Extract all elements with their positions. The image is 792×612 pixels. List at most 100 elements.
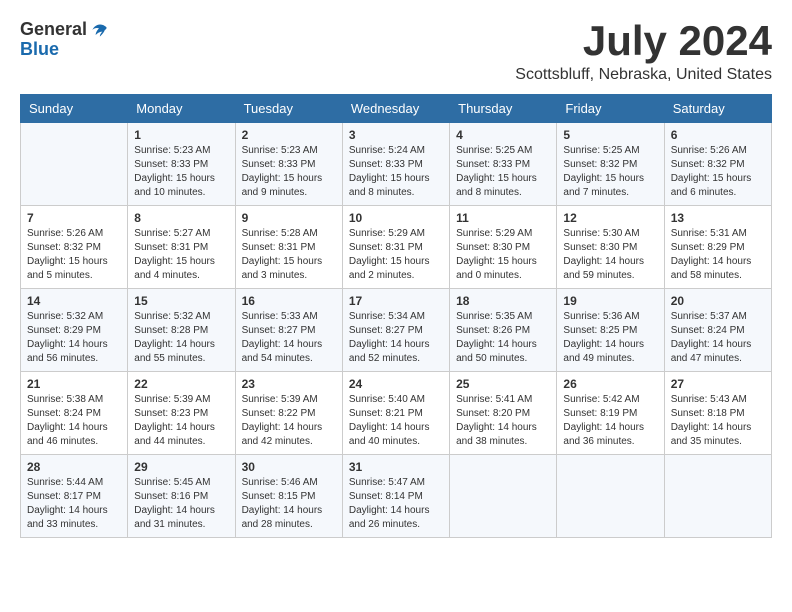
- cell-content: Sunrise: 5:27 AM Sunset: 8:31 PM Dayligh…: [134, 227, 228, 283]
- header-sunday: Sunday: [21, 95, 128, 123]
- day-number: 5: [563, 128, 657, 142]
- logo-blue-text: Blue: [20, 40, 109, 60]
- day-number: 18: [456, 294, 550, 308]
- calendar-cell: 7Sunrise: 5:26 AM Sunset: 8:32 PM Daylig…: [21, 206, 128, 289]
- day-number: 17: [349, 294, 443, 308]
- cell-content: Sunrise: 5:39 AM Sunset: 8:22 PM Dayligh…: [242, 393, 336, 449]
- cell-content: Sunrise: 5:40 AM Sunset: 8:21 PM Dayligh…: [349, 393, 443, 449]
- day-number: 25: [456, 377, 550, 391]
- calendar-cell: 1 Sunrise: 5:23 AM Sunset: 8:33 PM Daylig…: [128, 123, 235, 206]
- week-row-3: 14 Sunrise: 5:32 AM Sunset: 8:29 PM Dayli…: [21, 289, 772, 372]
- cell-content: Sunrise: 5:45 AM Sunset: 8:16 PM Dayligh…: [134, 476, 228, 532]
- calendar-cell: [664, 455, 771, 538]
- day-number: 28: [27, 460, 121, 474]
- cell-content: Sunrise: 5:31 AM Sunset: 8:29 PM Dayligh…: [671, 227, 765, 283]
- day-number: 1: [134, 128, 228, 142]
- page-header: General Blue July 2024 Scottsbluff, Nebr…: [20, 20, 772, 84]
- cell-content: Sunrise: 5:42 AM Sunset: 8:19 PM Dayligh…: [563, 393, 657, 449]
- calendar-cell: 22 Sunrise: 5:39 AM Sunset: 8:23 PM Dayli…: [128, 372, 235, 455]
- day-number: 8: [134, 211, 228, 225]
- calendar-cell: 17 Sunrise: 5:34 AM Sunset: 8:27 PM Dayli…: [342, 289, 449, 372]
- header-friday: Friday: [557, 95, 664, 123]
- cell-content: Sunrise: 5:34 AM Sunset: 8:27 PM Dayligh…: [349, 310, 443, 366]
- month-title: July 2024: [515, 20, 772, 62]
- calendar-cell: 19Sunrise: 5:36 AM Sunset: 8:25 PM Dayli…: [557, 289, 664, 372]
- calendar-cell: 24 Sunrise: 5:40 AM Sunset: 8:21 PM Dayli…: [342, 372, 449, 455]
- day-number: 7: [27, 211, 121, 225]
- day-number: 20: [671, 294, 765, 308]
- calendar-cell: 12Sunrise: 5:30 AM Sunset: 8:30 PM Dayli…: [557, 206, 664, 289]
- logo: General Blue: [20, 20, 109, 60]
- cell-content: Sunrise: 5:30 AM Sunset: 8:30 PM Dayligh…: [563, 227, 657, 283]
- day-number: 13: [671, 211, 765, 225]
- cell-content: Sunrise: 5:36 AM Sunset: 8:25 PM Dayligh…: [563, 310, 657, 366]
- calendar-cell: 2Sunrise: 5:23 AM Sunset: 8:33 PM Daylig…: [235, 123, 342, 206]
- day-number: 23: [242, 377, 336, 391]
- day-number: 26: [563, 377, 657, 391]
- cell-content: Sunrise: 5:38 AM Sunset: 8:24 PM Dayligh…: [27, 393, 121, 449]
- calendar-cell: 18 Sunrise: 5:35 AM Sunset: 8:26 PM Dayli…: [450, 289, 557, 372]
- title-section: July 2024 Scottsbluff, Nebraska, United …: [515, 20, 772, 84]
- calendar-cell: 26 Sunrise: 5:42 AM Sunset: 8:19 PM Dayli…: [557, 372, 664, 455]
- calendar-cell: 13 Sunrise: 5:31 AM Sunset: 8:29 PM Dayli…: [664, 206, 771, 289]
- calendar-cell: [557, 455, 664, 538]
- week-row-5: 28 Sunrise: 5:44 AM Sunset: 8:17 PM Dayli…: [21, 455, 772, 538]
- cell-content: Sunrise: 5:47 AM Sunset: 8:14 PM Dayligh…: [349, 476, 443, 532]
- calendar-cell: 4 Sunrise: 5:25 AM Sunset: 8:33 PM Daylig…: [450, 123, 557, 206]
- day-number: 21: [27, 377, 121, 391]
- day-number: 30: [242, 460, 336, 474]
- cell-content: Sunrise: 5:25 AM Sunset: 8:33 PM Dayligh…: [456, 144, 550, 200]
- calendar-cell: 31 Sunrise: 5:47 AM Sunset: 8:14 PM Dayli…: [342, 455, 449, 538]
- day-number: 10: [349, 211, 443, 225]
- day-number: 24: [349, 377, 443, 391]
- calendar-header-row: SundayMondayTuesdayWednesdayThursdayFrid…: [21, 95, 772, 123]
- location-title: Scottsbluff, Nebraska, United States: [515, 66, 772, 84]
- header-wednesday: Wednesday: [342, 95, 449, 123]
- day-number: 22: [134, 377, 228, 391]
- day-number: 2: [242, 128, 336, 142]
- calendar-cell: 6 Sunrise: 5:26 AM Sunset: 8:32 PM Daylig…: [664, 123, 771, 206]
- cell-content: Sunrise: 5:37 AM Sunset: 8:24 PM Dayligh…: [671, 310, 765, 366]
- cell-content: Sunrise: 5:35 AM Sunset: 8:26 PM Dayligh…: [456, 310, 550, 366]
- cell-content: Sunrise: 5:26 AM Sunset: 8:32 PM Dayligh…: [671, 144, 765, 200]
- calendar-cell: 21 Sunrise: 5:38 AM Sunset: 8:24 PM Dayli…: [21, 372, 128, 455]
- header-tuesday: Tuesday: [235, 95, 342, 123]
- day-number: 31: [349, 460, 443, 474]
- cell-content: Sunrise: 5:32 AM Sunset: 8:29 PM Dayligh…: [27, 310, 121, 366]
- day-number: 15: [134, 294, 228, 308]
- calendar-cell: 15 Sunrise: 5:32 AM Sunset: 8:28 PM Dayli…: [128, 289, 235, 372]
- day-number: 14: [27, 294, 121, 308]
- calendar-cell: 8 Sunrise: 5:27 AM Sunset: 8:31 PM Daylig…: [128, 206, 235, 289]
- cell-content: Sunrise: 5:33 AM Sunset: 8:27 PM Dayligh…: [242, 310, 336, 366]
- cell-content: Sunrise: 5:28 AM Sunset: 8:31 PM Dayligh…: [242, 227, 336, 283]
- calendar-cell: 30Sunrise: 5:46 AM Sunset: 8:15 PM Dayli…: [235, 455, 342, 538]
- day-number: 29: [134, 460, 228, 474]
- week-row-4: 21 Sunrise: 5:38 AM Sunset: 8:24 PM Dayli…: [21, 372, 772, 455]
- calendar-cell: 10 Sunrise: 5:29 AM Sunset: 8:31 PM Dayli…: [342, 206, 449, 289]
- cell-content: Sunrise: 5:39 AM Sunset: 8:23 PM Dayligh…: [134, 393, 228, 449]
- header-monday: Monday: [128, 95, 235, 123]
- cell-content: Sunrise: 5:32 AM Sunset: 8:28 PM Dayligh…: [134, 310, 228, 366]
- day-number: 6: [671, 128, 765, 142]
- calendar-cell: 27 Sunrise: 5:43 AM Sunset: 8:18 PM Dayli…: [664, 372, 771, 455]
- calendar-cell: 20 Sunrise: 5:37 AM Sunset: 8:24 PM Dayli…: [664, 289, 771, 372]
- cell-content: Sunrise: 5:43 AM Sunset: 8:18 PM Dayligh…: [671, 393, 765, 449]
- header-saturday: Saturday: [664, 95, 771, 123]
- day-number: 16: [242, 294, 336, 308]
- cell-content: Sunrise: 5:44 AM Sunset: 8:17 PM Dayligh…: [27, 476, 121, 532]
- day-number: 27: [671, 377, 765, 391]
- cell-content: Sunrise: 5:29 AM Sunset: 8:31 PM Dayligh…: [349, 227, 443, 283]
- day-number: 11: [456, 211, 550, 225]
- calendar-cell: 28 Sunrise: 5:44 AM Sunset: 8:17 PM Dayli…: [21, 455, 128, 538]
- calendar-cell: 5Sunrise: 5:25 AM Sunset: 8:32 PM Daylig…: [557, 123, 664, 206]
- calendar-table: SundayMondayTuesdayWednesdayThursdayFrid…: [20, 94, 772, 538]
- calendar-cell: 25Sunrise: 5:41 AM Sunset: 8:20 PM Dayli…: [450, 372, 557, 455]
- logo-bird-icon: [89, 20, 109, 40]
- calendar-cell: 16 Sunrise: 5:33 AM Sunset: 8:27 PM Dayli…: [235, 289, 342, 372]
- day-number: 3: [349, 128, 443, 142]
- calendar-cell: 23 Sunrise: 5:39 AM Sunset: 8:22 PM Dayli…: [235, 372, 342, 455]
- cell-content: Sunrise: 5:23 AM Sunset: 8:33 PM Dayligh…: [134, 144, 228, 200]
- week-row-2: 7Sunrise: 5:26 AM Sunset: 8:32 PM Daylig…: [21, 206, 772, 289]
- calendar-cell: [450, 455, 557, 538]
- day-number: 4: [456, 128, 550, 142]
